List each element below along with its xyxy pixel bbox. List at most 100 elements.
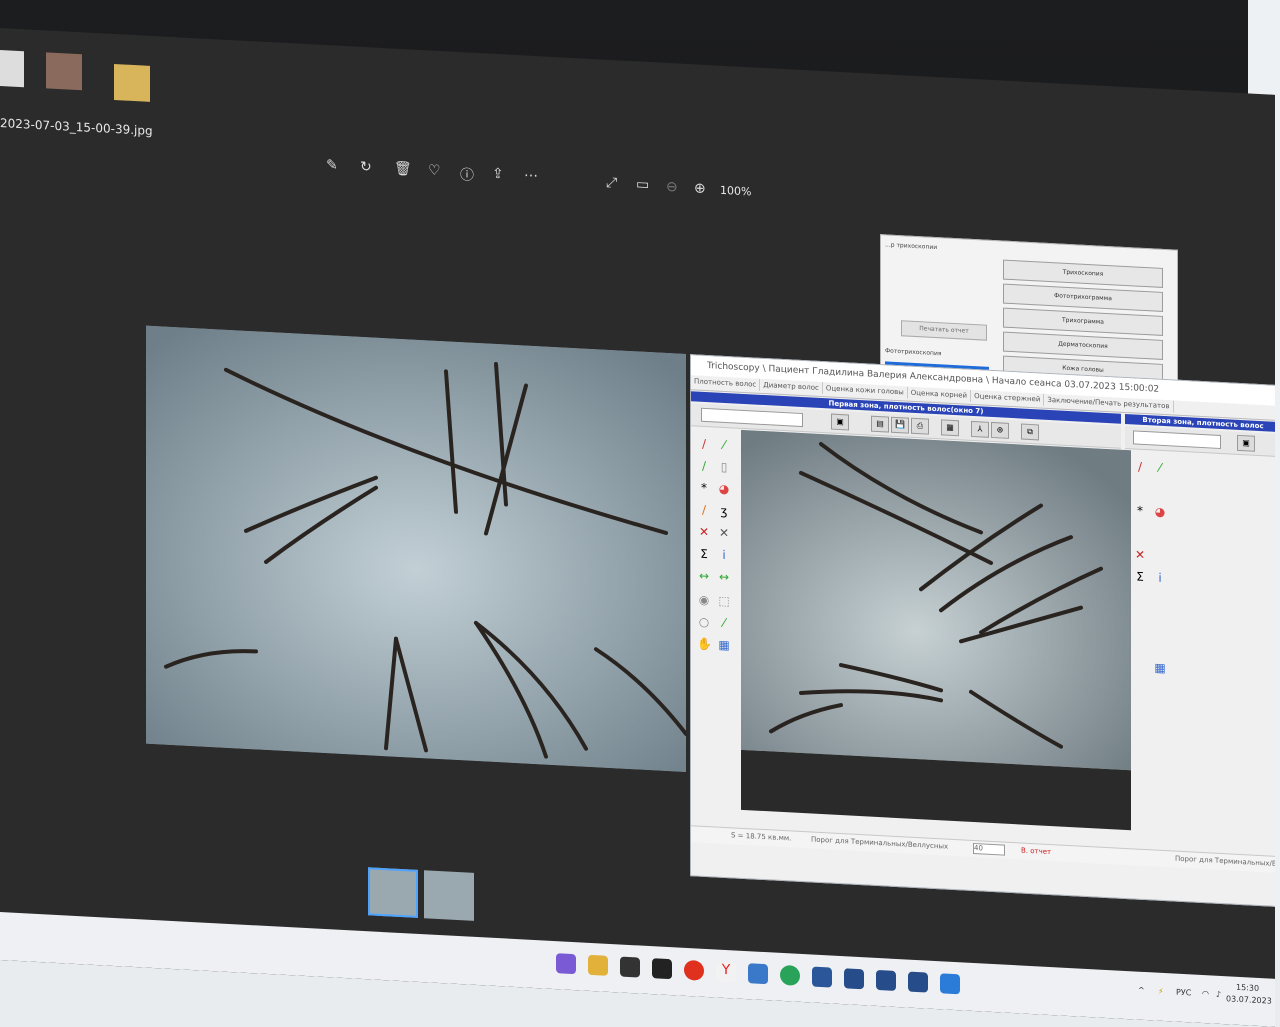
tool-palette: / ⁄ / ▯ * ◕ / ʒ ✕ ✕ Σ i ↔ ↔ ◉ ⬚ ○ ⁄ ✋ ▦	[695, 430, 735, 652]
trichoscopy-taskbar-icon-3[interactable]	[908, 971, 928, 993]
save-icon[interactable]: 💾	[891, 416, 909, 434]
section-label: Фототрихоскопия	[885, 347, 942, 358]
magic-wand-icon[interactable]: ⁄	[717, 438, 731, 453]
trichoscopy-photo	[146, 325, 686, 772]
print-icon[interactable]: ⎙	[911, 417, 929, 435]
thumbnail-2[interactable]	[424, 870, 474, 921]
pipette-icon[interactable]: ⁄	[717, 616, 731, 631]
chrome-icon[interactable]	[780, 964, 800, 986]
clock-date[interactable]: 03.07.2023	[1226, 994, 1272, 1005]
info-tool-icon-2[interactable]: i	[1153, 570, 1167, 585]
pencil-red-icon[interactable]: /	[697, 437, 711, 452]
yandex-icon[interactable]: Y	[716, 961, 736, 983]
rotate-icon[interactable]: ↻	[360, 159, 372, 176]
sum-icon[interactable]: Σ	[697, 547, 711, 562]
taskbar: Y ^ ⚡ РУС ◠ ♪ 15:30 03.07.2023	[0, 912, 1275, 1027]
wifi-icon[interactable]: ◠	[1202, 989, 1209, 998]
pencil-red-icon-2[interactable]: /	[1133, 459, 1147, 474]
delete-icon[interactable]: 🗑	[394, 161, 412, 178]
hand-icon[interactable]: ✋	[697, 637, 712, 652]
report-window-title: ...р трихоскопии	[885, 241, 938, 252]
status-bar: S = 18.75 кв.мм. Порог для Терминальных/…	[691, 825, 1275, 874]
arrow-tool-2-icon[interactable]: ↔	[717, 570, 731, 585]
grid-icon[interactable]: ▦	[941, 419, 959, 437]
more-icon[interactable]: ⋯	[524, 167, 538, 184]
camera-icon[interactable]: ▣	[831, 413, 849, 431]
open-image-icon[interactable]: ▤	[871, 415, 889, 433]
print-report-button[interactable]: Печатать отчет	[901, 320, 987, 341]
curve-icon[interactable]: ʒ	[717, 504, 731, 519]
report-button-dermatoscopy[interactable]: Дерматоскопия	[1003, 331, 1163, 360]
slideshow-icon[interactable]: ▭	[636, 176, 649, 193]
select-icon[interactable]: ⬚	[717, 594, 731, 609]
delete-mark-icon-2[interactable]: ✕	[1133, 547, 1147, 562]
zoom-out-icon[interactable]: ⊖	[666, 179, 678, 196]
grid-tool-icon-2[interactable]: ▦	[1153, 660, 1167, 675]
tool-palette-2: / ⁄ * ◕ ✕ Σ i ▦	[1131, 453, 1171, 675]
threshold-label: Порог для Терминальных/Веллусных	[811, 835, 949, 851]
sum-icon-2[interactable]: Σ	[1133, 569, 1147, 584]
tab-root-assessment[interactable]: Оценка корней	[907, 386, 972, 402]
measure-icon[interactable]: ⅄	[971, 420, 989, 438]
tab-shaft-assessment[interactable]: Оценка стержней	[971, 389, 1045, 406]
pencil-green-icon[interactable]: /	[697, 459, 711, 474]
folder-icon[interactable]	[114, 63, 150, 102]
eye-icon[interactable]: ◉	[697, 593, 711, 608]
zone1-input[interactable]	[701, 407, 803, 428]
line-icon[interactable]: /	[697, 503, 711, 518]
zone2-input[interactable]	[1133, 430, 1221, 449]
report-button-trichogram[interactable]: Трихограмма	[1003, 307, 1163, 336]
tab-hair-diameter[interactable]: Диаметр волос	[760, 378, 823, 395]
tab-hair-density[interactable]: Плотность волос	[691, 375, 761, 391]
favorite-icon[interactable]: ♡	[428, 162, 441, 179]
copy-icon[interactable]: ⧉	[1021, 423, 1039, 441]
edit-icon[interactable]: ✎	[326, 157, 338, 174]
color-wheel-icon-2[interactable]: ◕	[1153, 504, 1167, 520]
app-dark-icon[interactable]	[652, 958, 672, 980]
fullscreen-icon[interactable]: ⤢	[606, 175, 617, 192]
thumbnail-1[interactable]	[368, 867, 418, 918]
color-wheel-icon[interactable]: ◕	[717, 482, 731, 497]
opera-icon[interactable]	[684, 959, 704, 981]
file-explorer-icon[interactable]	[588, 954, 608, 976]
info-tool-icon[interactable]: i	[717, 548, 731, 563]
screen: 2023-07-03_15-00-39.jpg ✎ ↻ 🗑 ♡ ⓘ ⇪ ⋯ ⤢ …	[0, 28, 1275, 1027]
area-label: S = 18.75 кв.мм.	[731, 831, 792, 843]
word-icon[interactable]	[812, 966, 832, 988]
threshold-label-2: Порог для Терминальных/Веллус	[1175, 854, 1275, 870]
clock-time[interactable]: 15:30	[1236, 983, 1259, 993]
report-button-phototrichogram[interactable]: Фототрихограмма	[1003, 283, 1163, 312]
language-indicator[interactable]: РУС	[1176, 988, 1191, 998]
tray-notify-icon[interactable]: ⚡	[1158, 987, 1164, 996]
zoom-tool-icon[interactable]: ○	[697, 615, 711, 630]
delete-all-icon[interactable]: ✕	[717, 526, 731, 541]
arrow-tool-icon[interactable]: ↔	[697, 569, 711, 584]
photo-thumbnail-icon[interactable]	[46, 52, 82, 91]
volume-icon[interactable]: ♪	[1216, 990, 1221, 999]
delete-mark-icon[interactable]: ✕	[697, 525, 711, 540]
magic-wand-icon-2[interactable]: ⁄	[1153, 460, 1167, 475]
eraser-icon[interactable]: ▯	[717, 460, 731, 475]
zone1-photo[interactable]	[741, 429, 1131, 771]
photo-filename: 2023-07-03_15-00-39.jpg	[0, 116, 153, 138]
file-icon[interactable]	[0, 49, 24, 88]
threshold-input[interactable]: 40	[973, 842, 1005, 856]
asterisk-icon-2[interactable]: *	[1133, 503, 1147, 518]
trichoscopy-taskbar-icon-2[interactable]	[876, 969, 896, 991]
zoom-in-icon[interactable]: ⊕	[694, 180, 706, 197]
camera-icon-2[interactable]: ▣	[1237, 434, 1255, 452]
report-button-trichoscopy[interactable]: Трихоскопия	[1003, 259, 1163, 288]
teams-icon[interactable]	[556, 953, 576, 975]
target-icon[interactable]: ⊕	[991, 421, 1009, 439]
tray-chevron-icon[interactable]: ^	[1138, 986, 1145, 995]
trichoscopy-window: Trichoscopy \ Пациент Гладилина Валерия …	[690, 354, 1275, 908]
info-icon[interactable]: ⓘ	[460, 164, 474, 185]
report-checkbox-label[interactable]: В. отчет	[1021, 847, 1051, 857]
trichoscopy-taskbar-icon[interactable]	[844, 968, 864, 990]
share-icon[interactable]: ⇪	[492, 166, 504, 183]
asterisk-icon[interactable]: *	[697, 481, 711, 496]
app-blue-icon[interactable]	[748, 963, 768, 985]
zoom-level: 100%	[720, 183, 752, 199]
app-cube-icon[interactable]	[940, 973, 960, 995]
grid-tool-icon[interactable]: ▦	[717, 638, 731, 653]
